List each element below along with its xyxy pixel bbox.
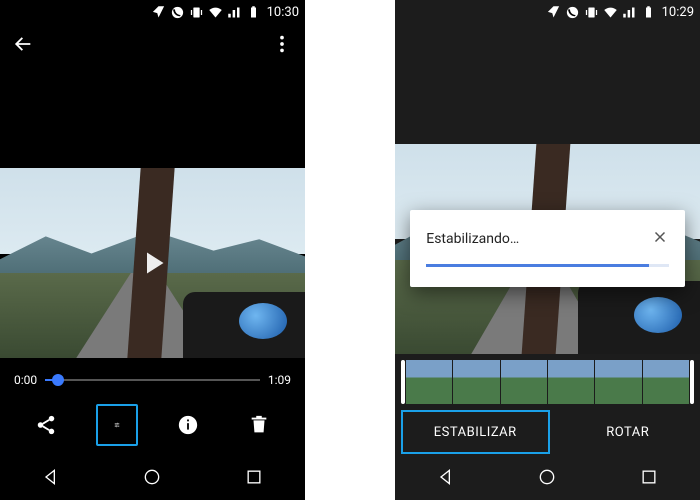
share-button[interactable] [25,404,67,446]
tune-icon [114,414,120,436]
nav-home[interactable] [537,467,557,491]
wifi-icon [603,5,618,20]
nav-home[interactable] [142,467,162,491]
app-bar [0,24,305,68]
trash-icon [248,414,270,436]
triangle-back-icon [41,467,61,487]
phone-right: 10:29 Estabilizando… ESTABILIZAR ROTA [395,0,700,500]
phone-left: 10:30 0:00 1:09 [0,0,305,500]
thumb-frame[interactable] [453,360,499,404]
status-bar: 10:29 [395,0,700,24]
seek-slider[interactable] [45,370,260,390]
more-vert-icon [271,33,293,55]
bottom-actions [0,390,305,454]
status-bar: 10:30 [0,0,305,24]
arrow-left-icon [12,33,34,55]
back-button[interactable] [12,33,34,59]
nav-back[interactable] [41,467,61,491]
time-current: 0:00 [14,373,37,387]
nav-bar [0,458,305,500]
thumb-frame[interactable] [406,360,452,404]
timeline-filmstrip[interactable] [395,360,700,404]
progress-dialog: Estabilizando… [410,210,685,287]
trim-handle-right[interactable] [690,360,694,404]
status-time: 10:29 [662,5,694,20]
dialog-close-button[interactable] [651,228,669,250]
wifi-icon [208,5,223,20]
delete-button[interactable] [238,404,280,446]
seek-row: 0:00 1:09 [0,358,305,390]
vibrate-icon [189,5,204,20]
square-recents-icon [244,467,264,487]
location-icon [546,5,561,20]
circle-home-icon [537,467,557,487]
thumb-frame[interactable] [548,360,594,404]
circle-home-icon [142,467,162,487]
overflow-button[interactable] [271,33,293,59]
trim-handle-left[interactable] [401,360,405,404]
edit-tabs: ESTABILIZAR ROTAR [395,406,700,458]
nav-back[interactable] [436,467,456,491]
edit-button[interactable] [96,404,138,446]
video-preview[interactable] [0,168,305,358]
tab-label: ROTAR [606,425,649,440]
nav-bar [395,458,700,500]
signal-icon [622,5,637,20]
thumb-frame[interactable] [595,360,641,404]
whatsapp-icon [170,5,185,20]
triangle-back-icon [436,467,456,487]
share-icon [35,414,57,436]
close-icon [651,228,669,246]
status-time: 10:30 [267,5,299,20]
progress-bar [426,264,669,267]
tab-stabilize[interactable]: ESTABILIZAR [401,410,550,454]
whatsapp-icon [565,5,580,20]
play-icon [135,245,171,281]
tab-label: ESTABILIZAR [434,425,517,440]
info-icon [177,414,199,436]
battery-icon [246,5,261,20]
dialog-title: Estabilizando… [426,231,519,247]
play-button[interactable] [133,243,173,283]
info-button[interactable] [167,404,209,446]
battery-icon [641,5,656,20]
time-duration: 1:09 [268,373,291,387]
nav-recents[interactable] [639,467,659,491]
vibrate-icon [584,5,599,20]
tab-rotate[interactable]: ROTAR [556,406,700,458]
signal-icon [227,5,242,20]
location-icon [151,5,166,20]
thumb-frame[interactable] [501,360,547,404]
square-recents-icon [639,467,659,487]
nav-recents[interactable] [244,467,264,491]
thumb-frame[interactable] [643,360,689,404]
